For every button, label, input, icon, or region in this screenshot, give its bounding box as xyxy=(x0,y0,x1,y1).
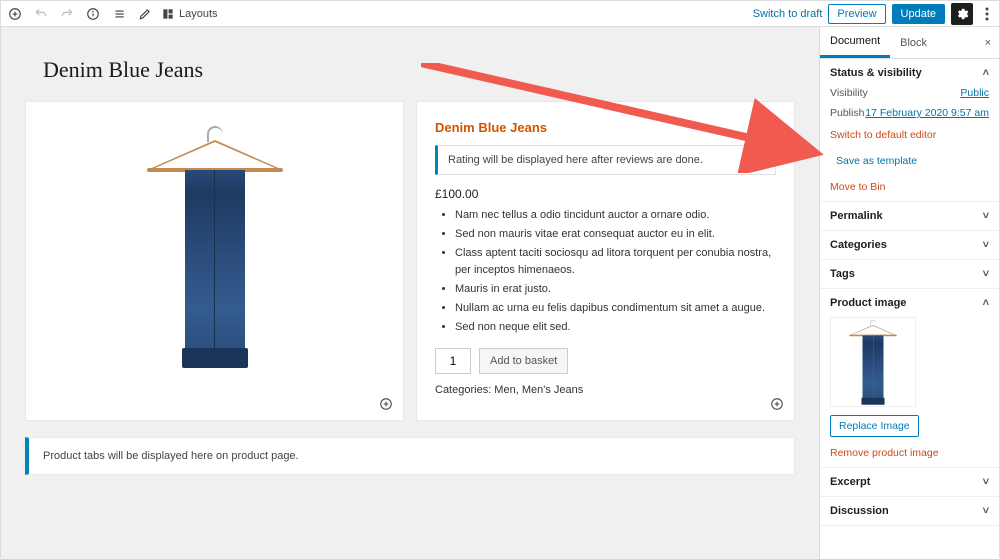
product-categories: Categories: Men, Men's Jeans xyxy=(435,384,776,396)
add-block-after-icon[interactable] xyxy=(770,397,784,414)
list-item: Nullam ac urna eu felis dapibus condimen… xyxy=(455,300,776,317)
more-menu-icon[interactable] xyxy=(979,3,995,25)
rating-placeholder-notice: Rating will be displayed here after revi… xyxy=(435,145,776,175)
product-price: £100.00 xyxy=(435,187,776,201)
add-block-icon[interactable] xyxy=(5,4,25,24)
editor-canvas: Denim Blue Jeans Denim Blue Jeans Rating… xyxy=(1,27,819,559)
switch-default-editor-link[interactable]: Switch to default editor xyxy=(830,129,989,141)
editor-toolbar: Layouts Switch to draft Preview Update xyxy=(1,1,999,27)
tab-document[interactable]: Document xyxy=(820,27,890,58)
list-item: Sed non neque elit sed. xyxy=(455,319,776,336)
visibility-value[interactable]: Public xyxy=(960,87,989,99)
switch-to-draft-link[interactable]: Switch to draft xyxy=(753,8,823,20)
outline-icon[interactable] xyxy=(109,4,129,24)
chevron-down-icon: ˅ xyxy=(983,239,989,251)
product-details-block[interactable]: Denim Blue Jeans Rating will be displaye… xyxy=(416,101,795,421)
chevron-up-icon: ˄ xyxy=(983,67,989,79)
save-as-template-link[interactable]: Save as template xyxy=(830,155,989,167)
list-item: Mauris in erat justo. xyxy=(455,281,776,298)
chevron-down-icon: ˅ xyxy=(983,476,989,488)
panel-tags[interactable]: Tags˅ xyxy=(820,260,999,289)
close-sidebar-icon[interactable]: × xyxy=(977,31,999,55)
move-to-bin-link[interactable]: Move to Bin xyxy=(830,181,989,193)
redo-icon[interactable] xyxy=(57,4,77,24)
undo-icon[interactable] xyxy=(31,4,51,24)
chevron-up-icon: ˄ xyxy=(983,297,989,309)
edit-icon[interactable] xyxy=(135,4,155,24)
panel-excerpt[interactable]: Excerpt˅ xyxy=(820,468,999,497)
panel-header[interactable]: Product image ˄ xyxy=(830,297,989,309)
settings-sidebar: Document Block × Status & visibility ˄ V… xyxy=(819,27,999,559)
product-description-list: Nam nec tellus a odio tincidunt auctor a… xyxy=(435,207,776,336)
chevron-down-icon: ˅ xyxy=(983,505,989,517)
info-icon[interactable] xyxy=(83,4,103,24)
remove-product-image-link[interactable]: Remove product image xyxy=(830,447,989,459)
chevron-down-icon: ˅ xyxy=(983,268,989,280)
panel-categories[interactable]: Categories˅ xyxy=(820,231,999,260)
product-image xyxy=(115,120,315,380)
preview-button[interactable]: Preview xyxy=(828,4,885,24)
product-image-block[interactable] xyxy=(25,101,404,421)
replace-image-button[interactable]: Replace Image xyxy=(830,415,919,437)
product-image-thumbnail[interactable] xyxy=(830,317,916,407)
panel-status-visibility: Status & visibility ˄ Visibility Public … xyxy=(820,59,999,202)
publish-label: Publish xyxy=(830,107,864,119)
list-item: Sed non mauris vitae erat consequat auct… xyxy=(455,226,776,243)
panel-product-image: Product image ˄ Replace Image Remove pro… xyxy=(820,289,999,468)
settings-gear-icon[interactable] xyxy=(951,3,973,25)
add-to-basket-button[interactable]: Add to basket xyxy=(479,348,568,374)
visibility-label: Visibility xyxy=(830,87,868,99)
chevron-down-icon: ˅ xyxy=(983,210,989,222)
panel-header[interactable]: Status & visibility ˄ xyxy=(830,67,989,79)
add-block-after-icon[interactable] xyxy=(379,397,393,414)
page-title[interactable]: Denim Blue Jeans xyxy=(43,57,807,83)
list-item: Class aptent taciti sociosqu ad litora t… xyxy=(455,245,776,279)
quantity-input[interactable] xyxy=(435,348,471,374)
publish-date-value[interactable]: 17 February 2020 9:57 am xyxy=(865,107,989,119)
panel-discussion[interactable]: Discussion˅ xyxy=(820,497,999,526)
layouts-button[interactable]: Layouts xyxy=(161,7,218,21)
list-item: Nam nec tellus a odio tincidunt auctor a… xyxy=(455,207,776,224)
layouts-label: Layouts xyxy=(179,8,218,20)
update-button[interactable]: Update xyxy=(892,4,945,24)
panel-permalink[interactable]: Permalink˅ xyxy=(820,202,999,231)
tab-block[interactable]: Block xyxy=(890,29,937,57)
product-tabs-placeholder: Product tabs will be displayed here on p… xyxy=(25,437,795,475)
product-title: Denim Blue Jeans xyxy=(435,120,776,135)
